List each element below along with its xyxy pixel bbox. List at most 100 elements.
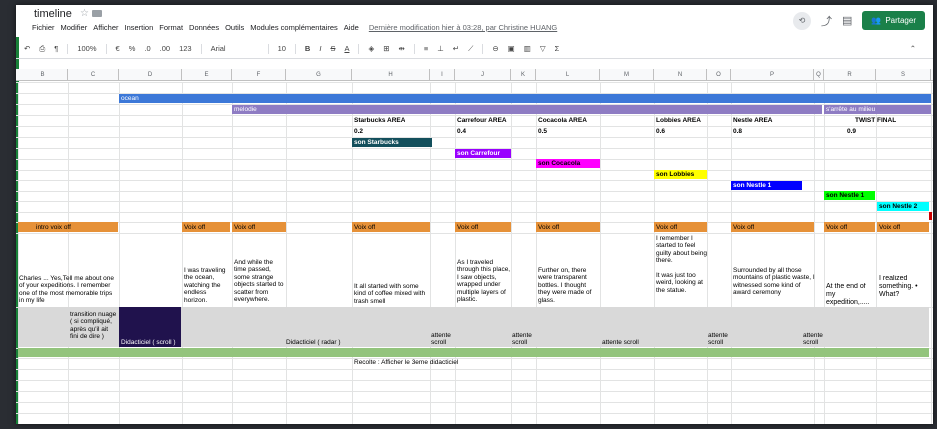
borders-icon[interactable]: ⊞ xyxy=(383,44,389,53)
more-formats-button[interactable]: 123 xyxy=(179,44,192,53)
sheet-grid[interactable]: ocean melodie s'arrête au milieu Starbuc… xyxy=(16,82,933,424)
son-cocacola-bar[interactable]: son Cocacola xyxy=(536,159,600,168)
grid-hline xyxy=(16,413,933,414)
comment-icon[interactable]: ▤ xyxy=(842,14,852,27)
bold-button[interactable]: B xyxy=(305,44,310,53)
column-header-b[interactable]: B xyxy=(18,69,68,81)
history-icon[interactable]: ⟲ xyxy=(792,11,811,30)
son-starbucks-bar[interactable]: son Starbucks xyxy=(352,138,432,147)
son-nestle1b-bar[interactable]: son Nestle 1 xyxy=(824,191,875,200)
column-headers: BCDEFGHIJKLMNOPQRS xyxy=(16,69,933,81)
area-twist: TWIST FINAL xyxy=(855,117,897,124)
didactic-radar-label: Didacticiel ( radar ) xyxy=(286,339,341,346)
area-nestle: Nestle AREA xyxy=(733,117,773,124)
chart-icon[interactable]: ▥ xyxy=(524,44,531,53)
functions-button[interactable]: Σ xyxy=(555,44,560,53)
ocean-bar[interactable]: ocean xyxy=(119,94,931,103)
grid-hline xyxy=(16,191,933,192)
voix-label: Voix off xyxy=(656,224,678,231)
column-header-n[interactable]: N xyxy=(654,69,707,81)
column-header-m[interactable]: M xyxy=(600,69,654,81)
grid-vline xyxy=(68,82,69,424)
decrease-decimal-button[interactable]: .0 xyxy=(144,44,150,53)
share-button[interactable]: 👥 Partager xyxy=(862,11,925,30)
column-header-c[interactable]: C xyxy=(68,69,119,81)
menu-bar: Fichier Modifier Afficher Insertion Form… xyxy=(32,23,563,32)
menu-outils[interactable]: Outils xyxy=(225,23,244,32)
print-icon[interactable]: ⎙ xyxy=(39,44,45,54)
grid-hline xyxy=(16,170,933,171)
son-lobbies-bar[interactable]: son Lobbies xyxy=(654,170,707,179)
last-modified-link[interactable]: Dernière modification hier à 03:28, par … xyxy=(369,23,557,32)
column-header-p[interactable]: P xyxy=(731,69,814,81)
column-header-k[interactable]: K xyxy=(511,69,536,81)
story-text: Further on, there were transparent bottl… xyxy=(538,267,592,304)
filter-icon[interactable]: ▽ xyxy=(540,44,546,53)
percent-button[interactable]: % xyxy=(129,44,136,53)
currency-button[interactable]: € xyxy=(116,44,120,53)
grid-vline xyxy=(352,82,353,424)
align-icon[interactable]: ≡ xyxy=(424,44,428,53)
folder-icon[interactable] xyxy=(92,10,102,17)
menu-aide[interactable]: Aide xyxy=(344,23,359,32)
column-header-s[interactable]: S xyxy=(876,69,931,81)
sarrete-bar[interactable]: s'arrête au milieu xyxy=(824,105,931,114)
document-title[interactable]: timeline xyxy=(34,8,72,20)
trend-icon[interactable]: ⤴ xyxy=(821,13,832,29)
fill-color-icon[interactable]: ◈ xyxy=(368,44,374,53)
wrap-icon[interactable]: ↵ xyxy=(453,44,459,53)
column-header-j[interactable]: J xyxy=(455,69,511,81)
menu-format[interactable]: Format xyxy=(159,23,183,32)
area-lobbies: Lobbies AREA xyxy=(656,117,701,124)
column-header-o[interactable]: O xyxy=(707,69,731,81)
paint-format-icon[interactable]: ¶ xyxy=(54,44,58,53)
column-header-f[interactable]: F xyxy=(232,69,286,81)
column-header-d[interactable]: D xyxy=(119,69,182,81)
valign-icon[interactable]: ⊥ xyxy=(437,44,444,53)
area-num: 0.5 xyxy=(538,128,548,135)
link-icon[interactable]: ⊖ xyxy=(492,44,498,53)
son-nestle2-bar[interactable]: son Nestle 2 xyxy=(877,202,929,211)
insert-comment-icon[interactable]: ▣ xyxy=(508,44,515,53)
son-carrefour-bar[interactable]: son Carrefour xyxy=(455,149,511,158)
text-color-button[interactable]: A xyxy=(344,44,349,53)
voix-label: Voix off xyxy=(538,224,560,231)
menu-modules[interactable]: Modules complémentaires xyxy=(250,23,338,32)
grid-vline xyxy=(119,82,120,424)
grid-vline xyxy=(814,82,815,424)
column-header-i[interactable]: I xyxy=(430,69,455,81)
header-actions: ⟲ ⤴ ▤ 👥 Partager xyxy=(792,11,925,30)
menu-afficher[interactable]: Afficher xyxy=(93,23,118,32)
column-header-h[interactable]: H xyxy=(352,69,430,81)
column-header-r[interactable]: R xyxy=(824,69,876,81)
rotate-icon[interactable]: ⟋ xyxy=(468,44,473,54)
font-select[interactable]: Arial xyxy=(211,44,259,53)
menu-donnees[interactable]: Données xyxy=(189,23,219,32)
star-icon[interactable]: ☆ xyxy=(80,8,89,19)
menu-modifier[interactable]: Modifier xyxy=(61,23,88,32)
story-text: It all started with some kind of coffee … xyxy=(354,283,426,305)
strikethrough-button[interactable]: S xyxy=(330,44,335,53)
column-header-e[interactable]: E xyxy=(182,69,232,81)
menu-insertion[interactable]: Insertion xyxy=(125,23,154,32)
grid-hline xyxy=(16,201,933,202)
increase-decimal-button[interactable]: .00 xyxy=(160,44,170,53)
column-header-g[interactable]: G xyxy=(286,69,352,81)
merge-icon[interactable]: ⇹ xyxy=(399,44,405,53)
column-header-q[interactable]: Q xyxy=(814,69,824,81)
area-starbucks: Starbucks AREA xyxy=(354,117,406,124)
melodie-bar[interactable]: melodie xyxy=(232,105,822,114)
column-header-l[interactable]: L xyxy=(536,69,600,81)
font-size-select[interactable]: 10 xyxy=(278,44,286,53)
grid-hline xyxy=(16,233,933,234)
attente-label: attente scroll xyxy=(431,332,451,347)
zoom-select[interactable]: 100% xyxy=(77,44,96,53)
son-nestle1-bar[interactable]: son Nestle 1 xyxy=(731,181,802,190)
area-num: 0.4 xyxy=(457,128,467,135)
transition-text: transition nuage ( si compliqué, après q… xyxy=(70,311,117,341)
undo-icon[interactable]: ↶ xyxy=(24,44,30,53)
collapse-chevron-icon[interactable]: ⌃ xyxy=(910,44,916,53)
green-row[interactable] xyxy=(18,348,929,357)
menu-fichier[interactable]: Fichier xyxy=(32,23,55,32)
italic-button[interactable]: I xyxy=(319,44,321,53)
